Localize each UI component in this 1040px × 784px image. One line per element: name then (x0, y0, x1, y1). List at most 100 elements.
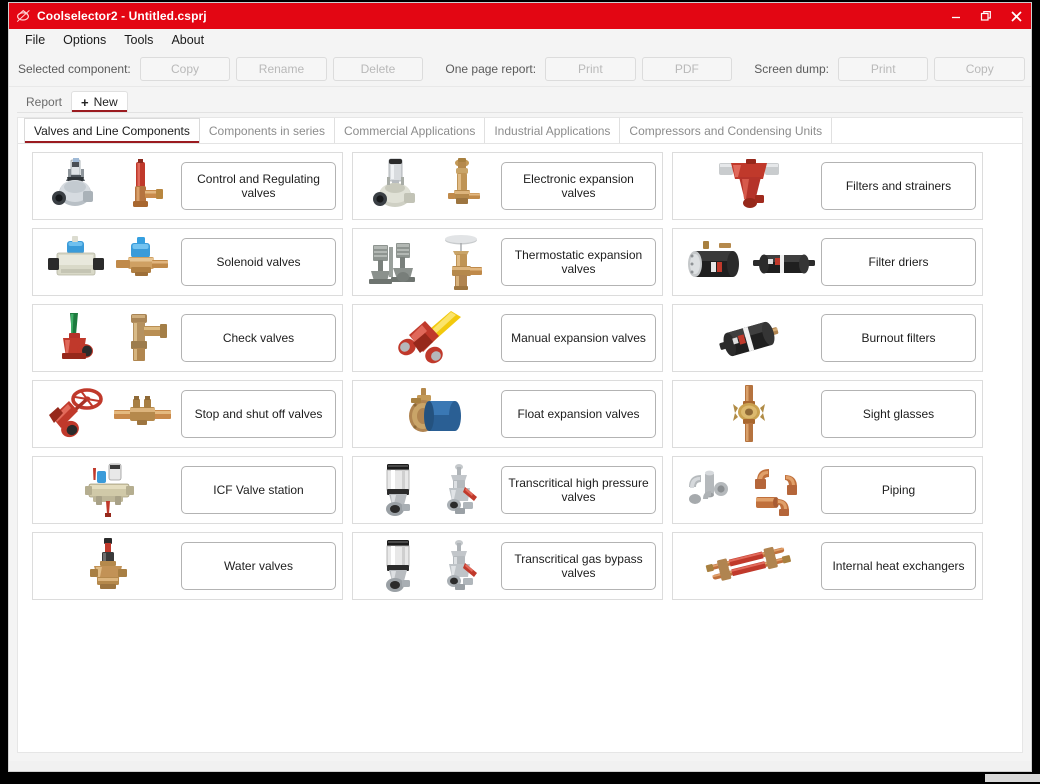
card-thumbnails (679, 307, 819, 369)
application-window: Coolselector2 - Untitled.csprj File Opti… (8, 2, 1032, 772)
report-tab-new-label: New (93, 95, 118, 109)
category-card-label: Filters and strainers (821, 162, 976, 210)
twin-thermostatic-valve-thumb (369, 243, 415, 284)
tab-valves-and-line-components[interactable]: Valves and Line Components (24, 118, 200, 143)
brass-electronic-valve-thumb (448, 158, 480, 204)
menu-item-file[interactable]: File (17, 31, 53, 50)
card-thumbnails (359, 155, 499, 217)
card-thumbnails (39, 231, 179, 293)
report-tab-report[interactable]: Report (17, 91, 72, 112)
card-thumbnails (679, 459, 819, 521)
transcritical-valve-body-thumb (447, 540, 477, 590)
burnout-filter-thumb (719, 321, 779, 357)
category-column-2: Electronic expansion valves Thermostatic… (352, 152, 663, 600)
menu-item-tools[interactable]: Tools (116, 31, 161, 50)
tab-industrial-applications[interactable]: Industrial Applications (485, 118, 621, 143)
category-card-solenoid-valves[interactable]: Solenoid valves (32, 228, 343, 296)
transcritical-valve-body-thumb (447, 464, 477, 514)
menu-item-options[interactable]: Options (55, 31, 114, 50)
restore-icon (980, 11, 991, 21)
category-card-label: Stop and shut off valves (181, 390, 336, 438)
report-tab-new[interactable]: + New (71, 91, 128, 112)
card-thumbnails (679, 231, 819, 293)
red-green-check-valve-thumb (62, 313, 93, 359)
screendump-copy-button[interactable]: Copy (934, 56, 1025, 81)
steel-fittings-thumb (689, 470, 728, 504)
category-card-label: Transcritical gas bypass valves (501, 542, 656, 590)
report-pdf-button[interactable]: PDF (641, 56, 733, 81)
category-card-label: Internal heat exchangers (821, 542, 976, 590)
report-print-button[interactable]: Print (545, 56, 636, 81)
category-card-float-expansion-valves[interactable]: Float expansion valves (352, 380, 663, 448)
category-card-label: Electronic expansion valves (501, 162, 656, 210)
taskbar-nub (985, 774, 1040, 782)
category-card-manual-expansion-valves[interactable]: Manual expansion valves (352, 304, 663, 372)
rename-component-button[interactable]: Rename (236, 56, 327, 81)
category-card-filter-driers[interactable]: Filter driers (672, 228, 983, 296)
category-card-check-valves[interactable]: Check valves (32, 304, 343, 372)
category-card-burnout-filters[interactable]: Burnout filters (672, 304, 983, 372)
category-column-3: Filters and strainers Filter driers Burn… (672, 152, 983, 600)
card-thumbnails (39, 155, 179, 217)
tab-valves-and-line-components-label: Valves and Line Components (34, 124, 190, 138)
brass-water-valve-thumb (90, 538, 127, 589)
category-card-sight-glasses[interactable]: Sight glasses (672, 380, 983, 448)
report-tab-strip: Report + New (9, 87, 1031, 112)
toolbar: Selected component: Copy Rename Delete O… (9, 51, 1031, 87)
minimize-button[interactable] (941, 3, 971, 29)
category-card-transcritical-high-pressure-valves[interactable]: Transcritical high pressure valves (352, 456, 663, 524)
card-thumbnails (679, 383, 819, 445)
tab-commercial-applications[interactable]: Commercial Applications (334, 118, 486, 143)
menu-bar: File Options Tools About (9, 29, 1031, 51)
category-card-filters-and-strainers[interactable]: Filters and strainers (672, 152, 983, 220)
card-thumbnails (359, 459, 499, 521)
tab-components-in-series[interactable]: Components in series (199, 118, 335, 143)
card-thumbnails (39, 307, 179, 369)
delete-component-button[interactable]: Delete (332, 56, 424, 81)
tab-compressors-and-condensing-units-label: Compressors and Condensing Units (629, 123, 823, 138)
one-page-report-label: One page report: (445, 61, 537, 76)
copper-red-valve-thumb (133, 159, 163, 207)
menu-item-about[interactable]: About (163, 31, 212, 50)
screendump-print-button[interactable]: Print (837, 56, 929, 81)
category-card-label: Filter driers (821, 238, 976, 286)
category-card-label: Manual expansion valves (501, 314, 656, 362)
blue-coil-brass-solenoid-thumb (116, 237, 168, 276)
restore-button[interactable] (971, 3, 1001, 29)
tab-commercial-applications-label: Commercial Applications (343, 123, 476, 138)
category-card-electronic-expansion-valves[interactable]: Electronic expansion valves (352, 152, 663, 220)
content-panel: Valves and Line Components Components in… (17, 117, 1023, 753)
card-thumbnails (679, 155, 819, 217)
yellow-handle-manual-valve-thumb (398, 311, 461, 364)
category-card-label: Control and Regulating valves (181, 162, 336, 210)
category-card-transcritical-gas-bypass-valves[interactable]: Transcritical gas bypass valves (352, 532, 663, 600)
app-logo-icon (16, 9, 31, 23)
brass-txv-thumb (445, 235, 482, 290)
icf-valve-station-thumb (85, 463, 134, 517)
grey-motor-valve-thumb (52, 158, 93, 206)
category-card-piping[interactable]: Piping (672, 456, 983, 524)
category-card-label: Solenoid valves (181, 238, 336, 286)
category-card-control-and-regulating-valves[interactable]: Control and Regulating valves (32, 152, 343, 220)
category-card-water-valves[interactable]: Water valves (32, 532, 343, 600)
red-y-strainer-thumb (719, 159, 779, 208)
close-icon (1010, 10, 1022, 22)
tab-compressors-and-condensing-units[interactable]: Compressors and Condensing Units (620, 118, 833, 143)
category-card-stop-and-shut-off-valves[interactable]: Stop and shut off valves (32, 380, 343, 448)
card-thumbnails (359, 307, 499, 369)
copy-component-button[interactable]: Copy (139, 56, 231, 81)
category-card-label: Thermostatic expansion valves (501, 238, 656, 286)
internal-heat-exchanger-thumb (705, 546, 791, 581)
category-column-1: Control and Regulating valves Solenoid v… (32, 152, 343, 600)
category-card-thermostatic-expansion-valves[interactable]: Thermostatic expansion valves (352, 228, 663, 296)
card-thumbnails (39, 383, 179, 445)
category-card-icf-valve-station[interactable]: ICF Valve station (32, 456, 343, 524)
category-card-label: Transcritical high pressure valves (501, 466, 656, 514)
black-inline-drier-thumb (753, 254, 815, 274)
black-flanged-drier-thumb (688, 241, 739, 277)
close-button[interactable] (1001, 3, 1031, 29)
category-card-label: Piping (821, 466, 976, 514)
red-handwheel-stop-valve-thumb (49, 388, 103, 438)
card-thumbnails (359, 231, 499, 293)
category-card-internal-heat-exchangers[interactable]: Internal heat exchangers (672, 532, 983, 600)
